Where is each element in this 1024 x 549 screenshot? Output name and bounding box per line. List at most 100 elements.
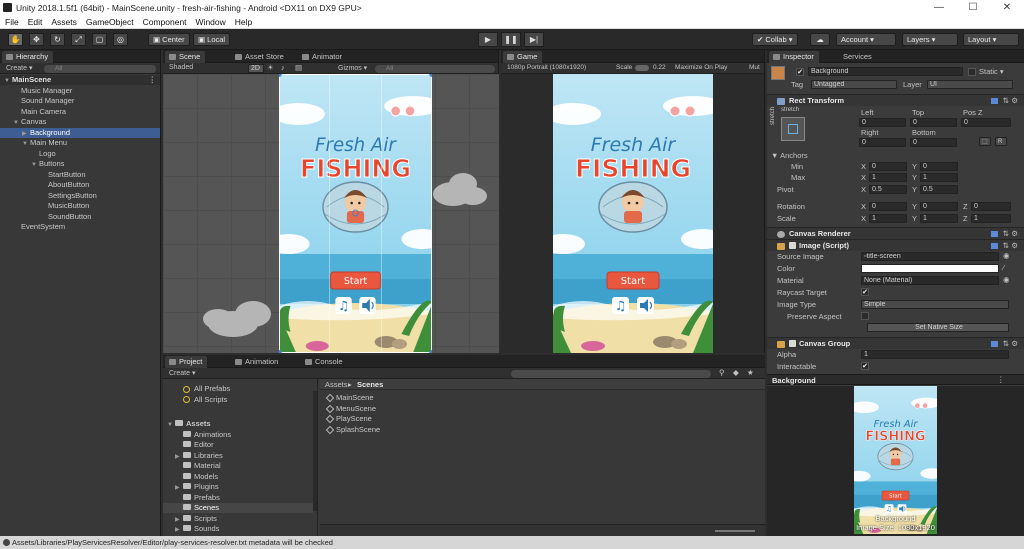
hierarchy-item[interactable]: SettingsButton [0, 191, 160, 201]
favorite-icon[interactable]: ★ [747, 368, 754, 377]
project-folder-item[interactable]: Material [163, 461, 313, 471]
hierarchy-create-button[interactable]: Create ▾ [6, 64, 32, 72]
layers-dropdown[interactable]: Layers ▾ [902, 33, 958, 46]
tab-animation[interactable]: Animation [231, 356, 283, 368]
hierarchy-item[interactable]: ▶ Background [0, 127, 160, 138]
canvas-group-header[interactable]: Canvas Group ⇅ ⚙ [767, 337, 1024, 349]
canvas-renderer-header[interactable]: Canvas Renderer ⇅ ⚙ [767, 227, 1024, 239]
project-folder-item[interactable]: Animations [163, 430, 313, 440]
static-dropdown[interactable]: Static ▾ [979, 67, 1004, 76]
icon-size-slider[interactable] [715, 530, 755, 532]
expand-arrow-icon[interactable]: ▼ [13, 118, 21, 128]
project-folder-item[interactable]: ▶ Libraries [163, 451, 313, 461]
hierarchy-item[interactable]: Logo [0, 149, 160, 159]
eyedropper-icon[interactable]: ∕ [1003, 263, 1004, 272]
project-create-button[interactable]: Create ▾ [169, 369, 195, 377]
hierarchy-item[interactable]: ▼ Buttons [0, 159, 160, 169]
expand-arrow-icon[interactable]: ▼ [22, 139, 30, 149]
rect-tool-icon[interactable]: ▢ [92, 33, 107, 46]
raycast-target-checkbox[interactable]: ✔ [861, 288, 869, 296]
hand-tool-icon[interactable]: ✋ [8, 33, 23, 46]
project-search-input[interactable] [511, 370, 711, 378]
project-folder-item[interactable]: Prefabs [163, 493, 313, 503]
collab-button[interactable]: ✔ Collab ▾ [752, 33, 798, 46]
collapse-arrow-icon[interactable]: ▶ [175, 452, 183, 462]
menu-component[interactable]: Component [143, 16, 187, 28]
collapse-arrow-icon[interactable]: ▶ [175, 483, 183, 493]
cloud-icon[interactable]: ☁ [810, 33, 830, 46]
collapse-arrow-icon[interactable]: ▶ [175, 515, 183, 525]
scene-file-item[interactable]: SplashScene [325, 425, 380, 435]
project-folder-item[interactable]: ▶ Scripts [163, 514, 313, 524]
hierarchy-item[interactable]: Main Camera [0, 107, 160, 117]
light-toggle-icon[interactable]: ☀ [267, 63, 274, 72]
interactable-checkbox[interactable]: ✔ [861, 362, 869, 370]
shading-dropdown[interactable]: Shaded [169, 64, 193, 71]
right-field[interactable]: 0 [859, 138, 906, 147]
tag-dropdown[interactable]: Untagged [811, 80, 897, 89]
hierarchy-item[interactable]: EventSystem [0, 222, 160, 232]
menu-edit[interactable]: Edit [28, 16, 43, 28]
rotate-tool-icon[interactable]: ↻ [50, 33, 65, 46]
scene-game-frame[interactable]: Fresh Air FISHING Start ♫ [279, 74, 432, 353]
alpha-field[interactable]: 1 [861, 350, 1009, 359]
effects-toggle-icon[interactable]: ▤ [295, 63, 302, 72]
game-render[interactable]: Fresh Air FISHING Start ♫ [553, 74, 713, 353]
menu-help[interactable]: Help [235, 16, 252, 28]
collapse-arrow-icon[interactable]: ▶ [175, 525, 183, 535]
help-book-icon[interactable] [991, 341, 998, 347]
layout-dropdown[interactable]: Layout ▾ [963, 33, 1019, 46]
tab-project[interactable]: Project [165, 356, 208, 368]
source-image-field[interactable]: ▫title-screen [861, 252, 999, 261]
scene-file-item[interactable]: MenuScene [325, 404, 376, 414]
scale-z-field[interactable]: 1 [971, 214, 1011, 223]
active-checkbox[interactable]: ✔ [796, 68, 804, 76]
object-picker-icon[interactable]: ◉ [1003, 275, 1010, 284]
hierarchy-item[interactable]: MusicButton [0, 201, 160, 211]
scale-x-field[interactable]: 1 [869, 214, 907, 223]
preserve-aspect-checkbox[interactable] [861, 312, 869, 320]
tab-scene[interactable]: Scene [165, 51, 206, 63]
step-button[interactable]: ▶| [524, 32, 544, 47]
menu-file[interactable]: File [5, 16, 19, 28]
2d-toggle[interactable]: 2D [248, 64, 264, 73]
max-y-field[interactable]: 1 [920, 173, 958, 182]
raw-edit-button[interactable]: R [995, 137, 1007, 146]
mute-toggle[interactable]: Mut [749, 64, 760, 71]
hierarchy-search-input[interactable]: All [44, 65, 156, 73]
scale-slider[interactable] [635, 65, 649, 71]
scene-file-item[interactable]: PlayScene [325, 414, 372, 424]
project-folder-item[interactable]: Scenes [163, 503, 313, 513]
tab-console[interactable]: Console [301, 356, 348, 368]
menu-gameobject[interactable]: GameObject [86, 16, 134, 28]
object-name-field[interactable]: Background [808, 67, 963, 76]
rotation-z-field[interactable]: 0 [971, 202, 1011, 211]
breadcrumb-scenes[interactable]: Scenes [357, 380, 383, 389]
image-component-header[interactable]: Image (Script) ⇅ ⚙ [767, 239, 1024, 251]
expand-arrow-icon[interactable]: ▼ [4, 76, 12, 86]
search-by-label-icon[interactable]: ◆ [733, 368, 739, 377]
hierarchy-item[interactable]: ▼ Main Menu [0, 138, 160, 148]
layer-dropdown[interactable]: UI [927, 80, 1013, 89]
help-book-icon[interactable] [991, 231, 998, 237]
scale-y-field[interactable]: 1 [920, 214, 958, 223]
folder-tree-scrollbar[interactable] [313, 391, 317, 511]
color-swatch[interactable] [861, 264, 999, 273]
rotation-y-field[interactable]: 0 [920, 202, 958, 211]
project-folder-item[interactable]: Editor [163, 440, 313, 450]
audio-toggle-icon[interactable]: ♪ [281, 63, 285, 72]
scene-file-item[interactable]: MainScene [325, 393, 374, 403]
favorite-search-item[interactable]: All Prefabs [183, 384, 230, 394]
search-by-type-icon[interactable]: ⚲ [719, 368, 725, 377]
close-button[interactable]: ✕ [990, 0, 1024, 16]
hierarchy-item[interactable]: Music Manager [0, 86, 160, 96]
set-native-size-button[interactable]: Set Native Size [867, 323, 1009, 332]
tab-animator[interactable]: Animator [298, 51, 347, 63]
menu-window[interactable]: Window [196, 16, 226, 28]
tab-inspector[interactable]: Inspector [769, 51, 819, 63]
rect-transform-header[interactable]: Rect Transform ⇅ ⚙ [767, 94, 1024, 106]
anchors-foldout[interactable]: ▼ Anchors [771, 151, 808, 160]
space-toggle[interactable]: ▣ Local [193, 33, 231, 46]
expand-arrow-icon[interactable]: ▼ [31, 160, 39, 170]
pivot-x-field[interactable]: 0.5 [869, 185, 907, 194]
